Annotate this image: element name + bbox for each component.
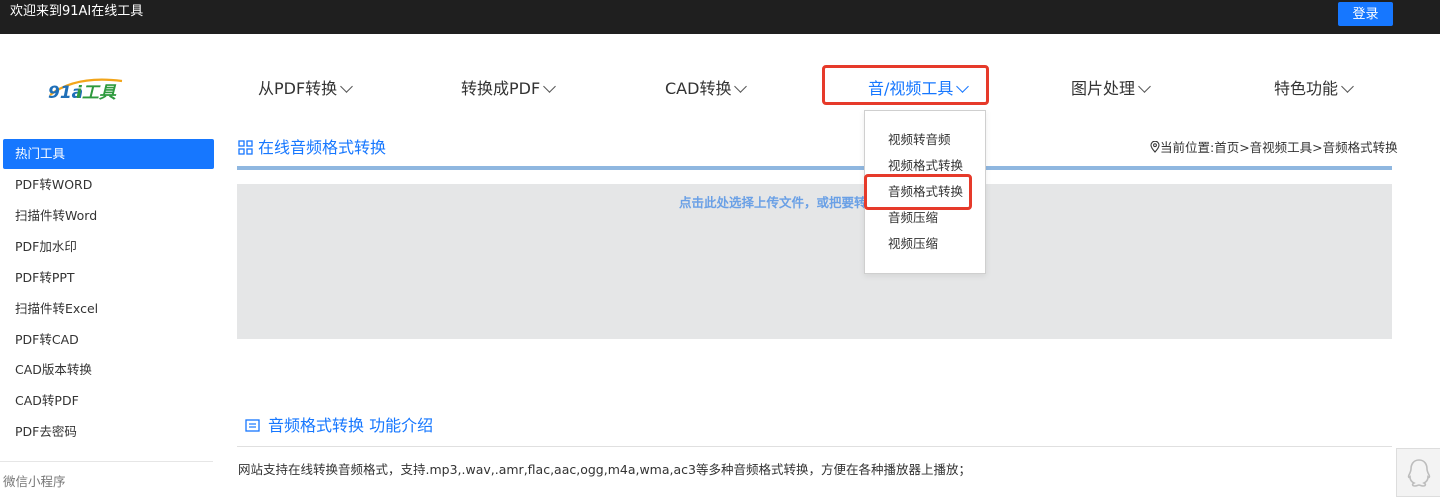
nav-highlight-box — [822, 65, 989, 105]
dropdown-item-video-compress[interactable]: 视频压缩 — [888, 236, 938, 252]
sidebar-divider — [0, 461, 213, 462]
chevron-down-icon — [340, 80, 354, 93]
upload-hint[interactable]: 点击此处选择上传文件，或把要转 — [679, 195, 867, 211]
sidebar-item-pdf-remove-password[interactable]: PDF去密码 — [3, 417, 214, 447]
svg-text:i工具: i工具 — [76, 83, 117, 103]
intro-title: 音频格式转换 功能介绍 — [268, 416, 434, 435]
wechat-mini-program-label[interactable]: 微信小程序 — [3, 474, 66, 490]
welcome-text: 欢迎来到91AI在线工具 — [10, 4, 144, 19]
dropdown-highlight-box — [864, 174, 972, 210]
sidebar-item-pdf-to-cad[interactable]: PDF转CAD — [3, 325, 214, 355]
sidebar-item-pdf-to-word[interactable]: PDF转WORD — [3, 170, 214, 200]
dropdown-item-audio-compress[interactable]: 音频压缩 — [888, 210, 938, 226]
nav-label: 从PDF转换 — [258, 79, 338, 98]
sidebar-item-cad-to-pdf[interactable]: CAD转PDF — [3, 386, 214, 416]
chevron-down-icon — [734, 80, 748, 93]
nav-image[interactable]: 图片处理 — [1071, 78, 1151, 102]
nav-cad[interactable]: CAD转换 — [665, 78, 748, 102]
document-icon — [245, 419, 260, 432]
section-underline — [237, 166, 1392, 170]
chevron-down-icon — [1341, 80, 1354, 93]
breadcrumb-text[interactable]: 当前位置:首页>音视频工具>音频格式转换 — [1160, 140, 1398, 155]
nav-to-pdf[interactable]: 转换成PDF — [461, 78, 557, 102]
qq-contact-button[interactable] — [1396, 448, 1440, 497]
chevron-down-icon — [543, 80, 557, 93]
page-title: 在线音频格式转换 — [258, 138, 387, 157]
sidebar-item-pdf-watermark[interactable]: PDF加水印 — [3, 232, 214, 262]
sidebar-item-scan-to-excel[interactable]: 扫描件转Excel — [3, 294, 214, 324]
nav-from-pdf[interactable]: 从PDF转换 — [258, 78, 354, 102]
intro-divider — [237, 446, 1392, 447]
qq-penguin-icon — [1407, 459, 1431, 487]
sidebar-item-pdf-to-ppt[interactable]: PDF转PPT — [3, 263, 214, 293]
nav-label: CAD转换 — [665, 79, 732, 98]
location-pin-icon — [1150, 140, 1160, 153]
nav-label: 图片处理 — [1071, 79, 1136, 98]
sidebar-item-cad-version[interactable]: CAD版本转换 — [3, 355, 214, 385]
top-bar: 欢迎来到91AI在线工具 登录 — [0, 0, 1440, 34]
nav-label: 特色功能 — [1274, 79, 1339, 98]
grid-icon — [238, 140, 253, 155]
intro-text: 网站支持在线转换音频格式，支持.mp3,.wav,.amr,flac,aac,o… — [238, 462, 971, 477]
chevron-down-icon — [1138, 80, 1151, 93]
sidebar-item-hot-tools[interactable]: 热门工具 — [3, 139, 214, 169]
dropdown-item-video-to-audio[interactable]: 视频转音频 — [888, 132, 951, 148]
site-logo[interactable]: 91a i工具 — [46, 73, 126, 103]
nav-features[interactable]: 特色功能 — [1274, 78, 1354, 102]
dropdown-item-video-format[interactable]: 视频格式转换 — [888, 158, 963, 174]
login-button[interactable]: 登录 — [1338, 2, 1393, 26]
nav-label: 转换成PDF — [461, 79, 541, 98]
sidebar-item-scan-to-word[interactable]: 扫描件转Word — [3, 201, 214, 231]
breadcrumb: 当前位置:首页>音视频工具>音频格式转换 — [1150, 140, 1398, 156]
